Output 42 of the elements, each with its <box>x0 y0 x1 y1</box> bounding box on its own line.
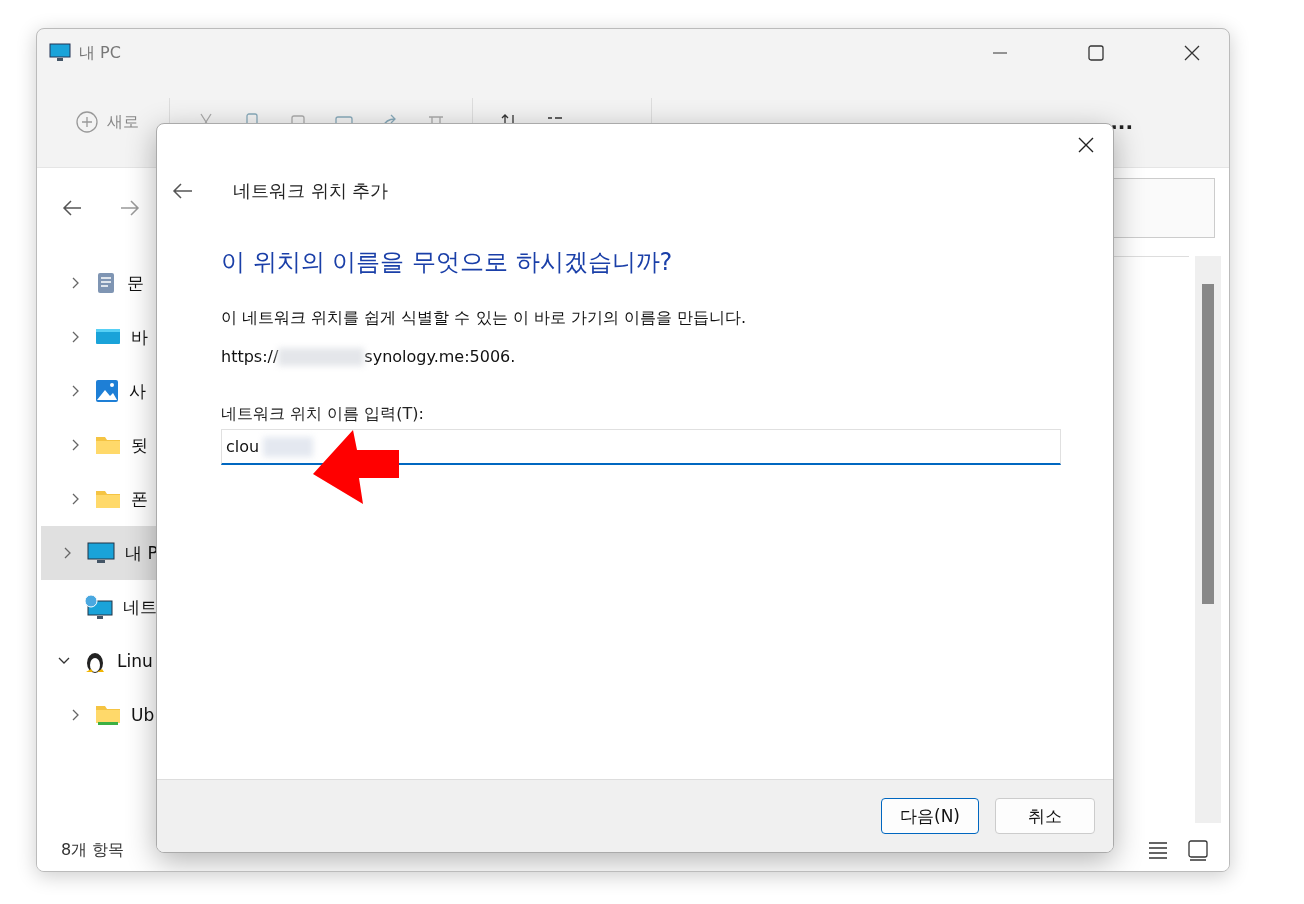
next-button[interactable]: 다음(N) <box>881 798 979 834</box>
chevron-right-icon[interactable] <box>63 546 73 560</box>
maximize-icon[interactable] <box>1087 44 1105 62</box>
description: 이 네트워크 위치를 쉽게 식별할 수 있는 이 바로 가기의 이름을 만듭니다. <box>221 308 748 329</box>
chevron-right-icon[interactable] <box>71 708 81 722</box>
picture-icon <box>95 379 119 403</box>
back-icon[interactable] <box>171 181 193 201</box>
url-text: https:// <box>221 347 279 366</box>
folder-icon <box>95 703 121 727</box>
sidebar-item[interactable]: 폰 <box>37 472 257 526</box>
scrollbar[interactable] <box>1195 256 1221 823</box>
window-title: 내 PC <box>79 42 121 64</box>
dialog-heading: 이 위치의 이름을 무엇으로 하시겠습니까? <box>221 247 674 278</box>
blurred-text <box>263 437 313 457</box>
more-button[interactable]: ... <box>1104 109 1139 135</box>
cancel-button[interactable]: 취소 <box>995 798 1095 834</box>
field-label: 네트워크 위치 이름 입력(T): <box>221 404 424 425</box>
folder-icon <box>95 434 121 456</box>
arrow-icon <box>313 430 399 506</box>
details-view-icon[interactable] <box>1147 839 1169 861</box>
network-icon <box>83 594 113 620</box>
tiles-view-icon[interactable] <box>1187 839 1209 861</box>
monitor-icon <box>87 541 115 565</box>
name-field[interactable]: clou <box>221 429 1061 465</box>
url-text: synology.me:5006. <box>364 347 516 366</box>
chevron-down-icon[interactable] <box>57 656 71 666</box>
dialog-title: 네트워크 위치 추가 <box>233 179 389 203</box>
chevron-right-icon[interactable] <box>71 492 81 506</box>
document-icon <box>95 272 117 294</box>
item-count: 8개 항목 <box>61 839 125 861</box>
plus-icon <box>75 110 99 134</box>
close-icon[interactable] <box>1183 44 1201 62</box>
close-icon[interactable] <box>1077 136 1095 154</box>
chevron-right-icon[interactable] <box>71 438 81 452</box>
sidebar-item[interactable]: 네트 <box>37 580 257 634</box>
chevron-right-icon[interactable] <box>71 330 81 344</box>
chevron-right-icon[interactable] <box>71 276 81 290</box>
sidebar-item[interactable]: Linu <box>37 634 257 688</box>
folder-icon <box>95 488 121 510</box>
chevron-right-icon[interactable] <box>71 384 81 398</box>
monitor-icon <box>49 43 71 63</box>
sidebar-item[interactable]: Ub <box>37 688 257 742</box>
